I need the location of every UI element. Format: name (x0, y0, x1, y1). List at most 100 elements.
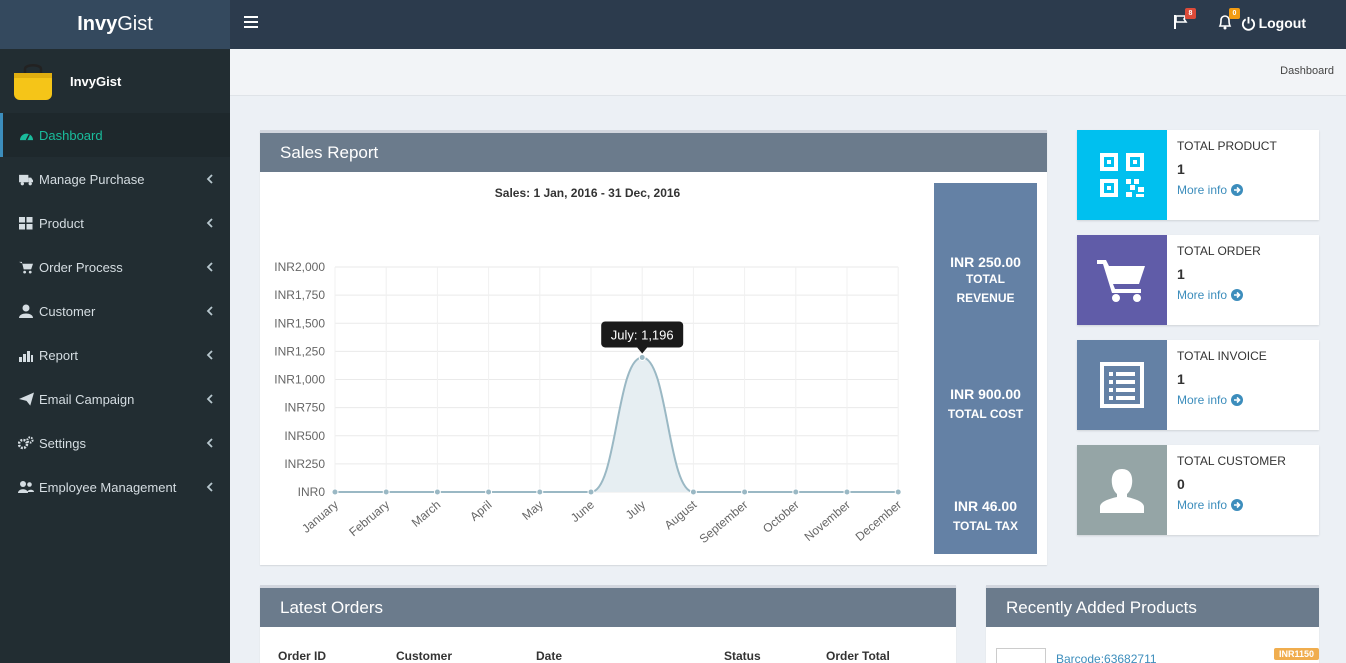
info-box-total-customer: TOTAL CUSTOMER 0 More info (1077, 445, 1319, 535)
cost-amount: INR 900.00 (950, 386, 1021, 402)
x-tick-label: October (760, 498, 802, 536)
chevron-left-icon (204, 393, 216, 405)
col-date[interactable]: Date (536, 649, 562, 663)
sidebar-toggle-icon[interactable] (244, 16, 258, 30)
data-point-may (536, 488, 544, 496)
sidebar-item-product[interactable]: Product (0, 201, 230, 245)
more-info-label: More info (1177, 393, 1228, 407)
tax-amount: INR 46.00 (953, 498, 1018, 514)
sidebar-item-email-campaign[interactable]: Email Campaign (0, 377, 230, 421)
arrow-circle-right-icon (1231, 394, 1244, 406)
info-box-total-invoice: TOTAL INVOICE 1 More info (1077, 340, 1319, 430)
bell-notifications-button[interactable]: 0 (1216, 8, 1240, 33)
info-box-title: TOTAL INVOICE (1177, 349, 1267, 363)
revenue-label-2: REVENUE (956, 291, 1015, 305)
y-tick-label: INR500 (284, 429, 325, 443)
revenue-amount: INR 250.00 (950, 254, 1021, 270)
sidebar-item-label: Customer (39, 303, 96, 319)
data-point-april (485, 488, 493, 496)
more-info-link[interactable]: More info (1177, 288, 1261, 302)
logout-button[interactable]: Logout (1241, 15, 1306, 31)
power-icon (1241, 16, 1255, 31)
chevron-left-icon (204, 173, 216, 185)
sidebar-item-label: Product (39, 215, 84, 231)
col-status[interactable]: Status (724, 649, 761, 663)
info-box-title: TOTAL ORDER (1177, 244, 1261, 258)
sidebar-item-customer[interactable]: Customer (0, 289, 230, 333)
sidebar-item-label: Settings (39, 435, 86, 451)
x-tick-label: December (853, 498, 904, 544)
data-point-march (433, 488, 441, 496)
x-tick-label: September (697, 498, 751, 546)
latest-orders-title: Latest Orders (260, 585, 956, 627)
data-point-june (587, 488, 595, 496)
x-tick-label: November (802, 498, 853, 544)
y-tick-label: INR0 (298, 485, 326, 499)
chevron-left-icon (204, 481, 216, 493)
sidebar-item-label: Dashboard (39, 127, 103, 143)
info-box-total-product: TOTAL PRODUCT 1 More info (1077, 130, 1319, 220)
recent-products-title: Recently Added Products (986, 585, 1319, 627)
info-box-value: 1 (1177, 266, 1185, 282)
more-info-link[interactable]: More info (1177, 498, 1286, 512)
x-tick-label: January (299, 498, 341, 536)
app-logo[interactable]: Invy Gist (0, 0, 230, 49)
logo-rest: Gist (117, 13, 153, 35)
truck-icon (18, 172, 34, 186)
x-tick-label: February (346, 498, 392, 540)
more-info-label: More info (1177, 288, 1228, 302)
sales-summary-panel: INR 250.00 TOTAL REVENUE INR 900.00 TOTAL… (934, 183, 1037, 554)
data-point-august (689, 488, 697, 496)
user-icon (18, 304, 34, 318)
sidebar-item-report[interactable]: Report (0, 333, 230, 377)
bell-badge: 0 (1229, 8, 1240, 19)
more-info-link[interactable]: More info (1177, 183, 1277, 197)
sales-report-title: Sales Report (260, 130, 1047, 172)
tooltip-label: July: 1,196 (611, 327, 674, 342)
more-info-label: More info (1177, 183, 1228, 197)
col-order-total[interactable]: Order Total (826, 649, 890, 663)
user-panel: InvyGist (0, 49, 230, 113)
gears-icon (18, 436, 34, 450)
info-box-value: 1 (1177, 371, 1185, 387)
top-navbar: 8 0 Logout (230, 0, 1346, 49)
sidebar-item-label: Manage Purchase (39, 171, 145, 187)
data-point-february (382, 488, 390, 496)
arrow-circle-right-icon (1231, 289, 1244, 301)
tooltip-caret (637, 347, 648, 354)
more-info-link[interactable]: More info (1177, 393, 1267, 407)
total-revenue-stat: INR 250.00 TOTAL REVENUE (934, 254, 1037, 308)
col-order-id[interactable]: Order ID (278, 649, 326, 663)
info-box-value: 0 (1177, 476, 1185, 492)
grid-icon (18, 216, 34, 230)
product-item: Barcode:63682711 INR1150 (996, 648, 1319, 663)
tax-label: TOTAL TAX (952, 519, 1019, 533)
flag-badge: 8 (1185, 8, 1196, 19)
sidebar-item-label: Report (39, 347, 79, 363)
sidebar-item-dashboard[interactable]: Dashboard (0, 113, 230, 157)
person-icon (1077, 445, 1167, 535)
breadcrumb[interactable]: Dashboard (1280, 65, 1334, 77)
sidebar-item-settings[interactable]: Settings (0, 421, 230, 465)
col-customer[interactable]: Customer (396, 649, 452, 663)
info-box-title: TOTAL CUSTOMER (1177, 454, 1286, 468)
users-icon (18, 480, 34, 494)
chevron-left-icon (204, 217, 216, 229)
arrow-circle-right-icon (1231, 184, 1244, 196)
product-name-link[interactable]: Barcode:63682711 (1056, 652, 1157, 663)
chevron-left-icon (204, 305, 216, 317)
info-box-title: TOTAL PRODUCT (1177, 139, 1277, 153)
sidebar-item-employee-management[interactable]: Employee Management (0, 465, 230, 509)
sidebar: InvyGist Dashboard Manage Purchase Product… (0, 49, 230, 663)
data-point-october (792, 488, 800, 496)
product-price-badge: INR1150 (1273, 648, 1319, 660)
data-point-november (843, 488, 851, 496)
sidebar-item-label: Employee Management (39, 479, 177, 495)
sidebar-item-order-process[interactable]: Order Process (0, 245, 230, 289)
chevron-left-icon (204, 349, 216, 361)
invoice-list-icon (1077, 340, 1167, 430)
sidebar-item-manage-purchase[interactable]: Manage Purchase (0, 157, 230, 201)
total-cost-stat: INR 900.00 TOTAL COST (934, 386, 1037, 424)
sales-line-chart: INR0 INR250 INR500 INR750 INR1,000 INR1,250 IN… (274, 260, 904, 546)
flag-notifications-button[interactable]: 8 (1172, 8, 1196, 33)
